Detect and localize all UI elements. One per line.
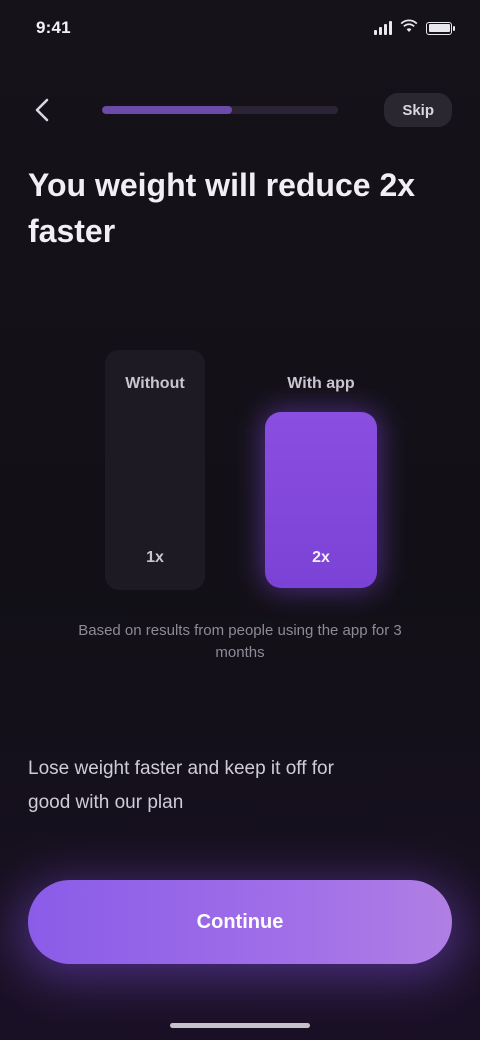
continue-button[interactable]: Continue <box>28 880 452 964</box>
without-label: Without <box>125 375 185 392</box>
battery-icon <box>426 21 455 35</box>
page-title: You weight will reduce 2x faster <box>28 167 416 249</box>
header: Skip <box>0 78 480 142</box>
description-text: Lose weight faster and keep it off for g… <box>28 758 334 813</box>
onboarding-screen: 9:41 Skip You weight will reduce 2x fast… <box>0 0 480 1040</box>
with-value: 2x <box>312 549 330 566</box>
with-label: With app <box>287 375 355 392</box>
onboarding-progress <box>102 106 338 114</box>
status-icons <box>374 19 455 38</box>
signal-icon <box>374 21 392 35</box>
cta-container: Continue <box>18 880 462 976</box>
chevron-left-icon <box>35 98 49 122</box>
status-time: 9:41 <box>36 18 71 37</box>
without-value: 1x <box>146 549 164 566</box>
status-bar: 9:41 <box>0 0 480 56</box>
back-button[interactable] <box>22 90 62 130</box>
chart-note: Based on results from people using the a… <box>78 622 402 661</box>
wifi-icon <box>400 19 418 38</box>
skip-button[interactable]: Skip <box>384 93 452 127</box>
home-indicator <box>170 1023 310 1028</box>
progress-fill <box>102 106 232 114</box>
